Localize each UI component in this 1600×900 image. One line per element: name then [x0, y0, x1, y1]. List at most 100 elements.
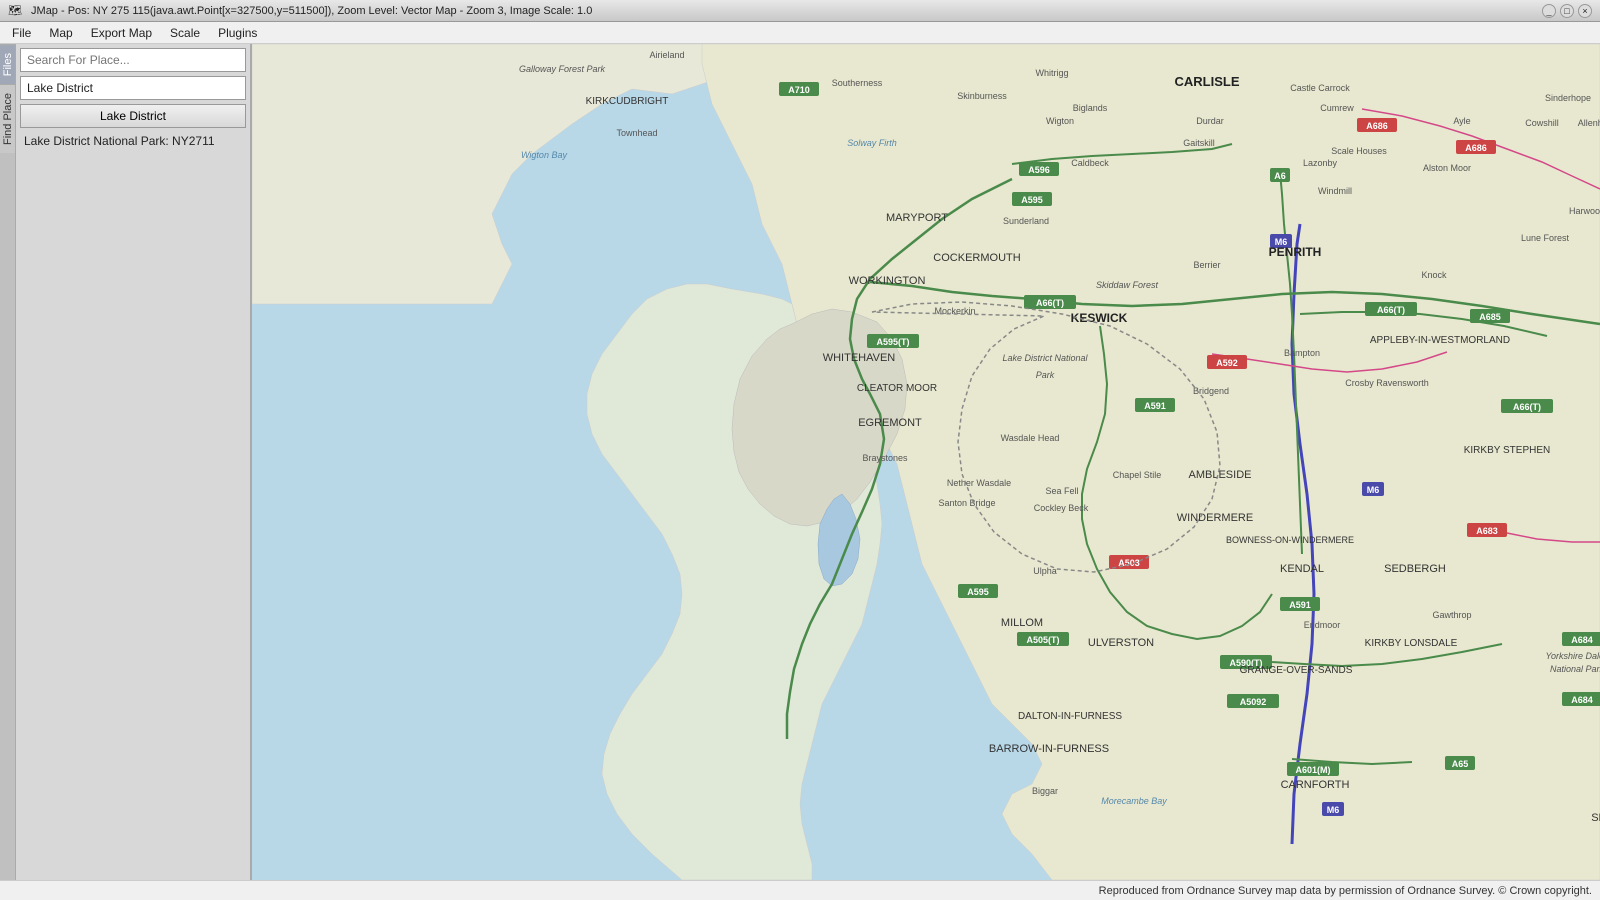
- svg-text:CLEATOR MOOR: CLEATOR MOOR: [857, 383, 937, 394]
- svg-text:Durdar: Durdar: [1196, 116, 1224, 126]
- svg-text:Park: Park: [1036, 370, 1055, 380]
- svg-text:Gaitskill: Gaitskill: [1183, 138, 1215, 148]
- svg-text:A591: A591: [1289, 600, 1311, 610]
- svg-text:Morecambe Bay: Morecambe Bay: [1101, 796, 1167, 806]
- svg-text:Bampton: Bampton: [1284, 348, 1320, 358]
- svg-text:KESWICK: KESWICK: [1071, 311, 1128, 325]
- svg-text:Santon Bridge: Santon Bridge: [938, 498, 995, 508]
- maximize-button[interactable]: □: [1560, 4, 1574, 18]
- svg-text:Lazonby: Lazonby: [1303, 158, 1338, 168]
- svg-text:A591: A591: [1144, 401, 1166, 411]
- titlebar-left: 🗺 JMap - Pos: NY 275 115(java.awt.Point[…: [8, 4, 592, 17]
- close-button[interactable]: ×: [1578, 4, 1592, 18]
- svg-text:Townhead: Townhead: [616, 128, 657, 138]
- svg-text:Sunderland: Sunderland: [1003, 216, 1049, 226]
- svg-text:A592: A592: [1216, 358, 1238, 368]
- panel-content: Lake District Lake District National Par…: [16, 44, 250, 880]
- menu-export-map[interactable]: Export Map: [83, 24, 160, 42]
- svg-text:A686: A686: [1465, 143, 1487, 153]
- find-button[interactable]: Lake District: [20, 104, 246, 128]
- svg-text:SETTLE: SETTLE: [1591, 812, 1600, 824]
- svg-text:Biglands: Biglands: [1073, 103, 1108, 113]
- svg-text:A6: A6: [1274, 171, 1286, 181]
- app-icon: 🗺: [8, 5, 22, 17]
- svg-text:A505(T): A505(T): [1026, 635, 1059, 645]
- svg-text:Gawthrop: Gawthrop: [1432, 610, 1471, 620]
- svg-text:DALTON-IN-FURNESS: DALTON-IN-FURNESS: [1018, 711, 1122, 722]
- svg-text:Airieland: Airieland: [649, 50, 684, 60]
- svg-text:Skiddaw Forest: Skiddaw Forest: [1096, 280, 1159, 290]
- map-area[interactable]: A710 A596 A595 A6 A66(T) A66(T) A595(T) …: [252, 44, 1600, 880]
- menubar: File Map Export Map Scale Plugins: [0, 22, 1600, 44]
- svg-text:WINDERMERE: WINDERMERE: [1177, 512, 1253, 524]
- menu-scale[interactable]: Scale: [162, 24, 208, 42]
- svg-text:M6: M6: [1367, 485, 1380, 495]
- svg-text:Lake District National: Lake District National: [1002, 353, 1088, 363]
- svg-text:KIRKCUDBRIGHT: KIRKCUDBRIGHT: [586, 96, 669, 107]
- svg-text:Skinburness: Skinburness: [957, 91, 1007, 101]
- svg-text:MILLOM: MILLOM: [1001, 617, 1043, 629]
- copyright-text: Reproduced from Ordnance Survey map data…: [1099, 885, 1592, 897]
- svg-text:M6: M6: [1327, 805, 1340, 815]
- svg-text:APPLEBY-IN-WESTMORLAND: APPLEBY-IN-WESTMORLAND: [1370, 335, 1510, 346]
- svg-text:PENRITH: PENRITH: [1269, 245, 1322, 259]
- svg-text:Sea Fell: Sea Fell: [1045, 486, 1078, 496]
- svg-text:Cumrew: Cumrew: [1320, 103, 1354, 113]
- svg-text:CARNFORTH: CARNFORTH: [1281, 779, 1350, 791]
- titlebar: 🗺 JMap - Pos: NY 275 115(java.awt.Point[…: [0, 0, 1600, 22]
- svg-text:Galloway Forest Park: Galloway Forest Park: [519, 64, 606, 74]
- svg-text:Alston Moor: Alston Moor: [1423, 163, 1471, 173]
- svg-text:BOWNESS-ON-WINDERMERE: BOWNESS-ON-WINDERMERE: [1226, 535, 1354, 545]
- svg-text:A686: A686: [1366, 121, 1388, 131]
- side-tab-find-place[interactable]: Find Place: [0, 84, 15, 153]
- menu-file[interactable]: File: [4, 24, 39, 42]
- svg-text:EGREMONT: EGREMONT: [858, 417, 922, 429]
- svg-text:WHITEHAVEN: WHITEHAVEN: [823, 352, 896, 364]
- svg-text:A66(T): A66(T): [1036, 298, 1064, 308]
- svg-text:A595: A595: [967, 587, 989, 597]
- svg-text:A595: A595: [1021, 195, 1043, 205]
- side-tab: Files Find Place: [0, 44, 16, 880]
- svg-text:A66(T): A66(T): [1377, 305, 1405, 315]
- svg-text:GRANGE-OVER-SANDS: GRANGE-OVER-SANDS: [1240, 665, 1353, 676]
- titlebar-controls: _ □ ×: [1542, 4, 1592, 18]
- svg-text:KENDAL: KENDAL: [1280, 563, 1324, 575]
- svg-text:Knock: Knock: [1421, 270, 1447, 280]
- svg-text:Castle Carrock: Castle Carrock: [1290, 83, 1350, 93]
- bottombar: Reproduced from Ordnance Survey map data…: [0, 880, 1600, 900]
- svg-text:Lune Forest: Lune Forest: [1521, 233, 1570, 243]
- svg-text:A595(T): A595(T): [876, 337, 909, 347]
- result-item[interactable]: Lake District National Park: NY2711: [20, 132, 246, 150]
- svg-text:Yorkshire Dales: Yorkshire Dales: [1545, 651, 1600, 661]
- svg-text:A5092: A5092: [1240, 697, 1267, 707]
- side-tab-files[interactable]: Files: [0, 44, 15, 84]
- search-input[interactable]: [20, 48, 246, 72]
- menu-map[interactable]: Map: [41, 24, 80, 42]
- svg-text:A684: A684: [1571, 635, 1593, 645]
- svg-text:Braystones: Braystones: [862, 453, 908, 463]
- svg-text:Crosby Ravensworth: Crosby Ravensworth: [1345, 378, 1429, 388]
- svg-text:Chapel Stile: Chapel Stile: [1113, 470, 1162, 480]
- svg-text:A596: A596: [1028, 165, 1050, 175]
- svg-text:Cowshill: Cowshill: [1525, 118, 1559, 128]
- svg-text:Scale Houses: Scale Houses: [1331, 146, 1387, 156]
- svg-text:Wasdale Head: Wasdale Head: [1001, 433, 1060, 443]
- svg-text:Solway Firth: Solway Firth: [847, 138, 897, 148]
- place-input[interactable]: [20, 76, 246, 100]
- svg-text:MARYPORT: MARYPORT: [886, 212, 948, 224]
- svg-text:Biggar: Biggar: [1032, 786, 1058, 796]
- svg-text:Harwood: Harwood: [1569, 206, 1600, 216]
- svg-text:Allenheads: Allenheads: [1578, 118, 1600, 128]
- svg-text:A684: A684: [1571, 695, 1593, 705]
- svg-text:WORKINGTON: WORKINGTON: [849, 275, 926, 287]
- svg-text:BARROW-IN-FURNESS: BARROW-IN-FURNESS: [989, 743, 1109, 755]
- svg-text:A66(T): A66(T): [1513, 402, 1541, 412]
- minimize-button[interactable]: _: [1542, 4, 1556, 18]
- svg-text:Ayle: Ayle: [1453, 116, 1470, 126]
- titlebar-title: JMap - Pos: NY 275 115(java.awt.Point[x=…: [31, 5, 592, 17]
- menu-plugins[interactable]: Plugins: [210, 24, 265, 42]
- svg-text:Southerness: Southerness: [832, 78, 883, 88]
- svg-text:National Park: National Park: [1550, 664, 1600, 674]
- left-panel: Files Find Place Lake District Lake Dist…: [0, 44, 252, 880]
- svg-text:COCKERMOUTH: COCKERMOUTH: [933, 252, 1020, 264]
